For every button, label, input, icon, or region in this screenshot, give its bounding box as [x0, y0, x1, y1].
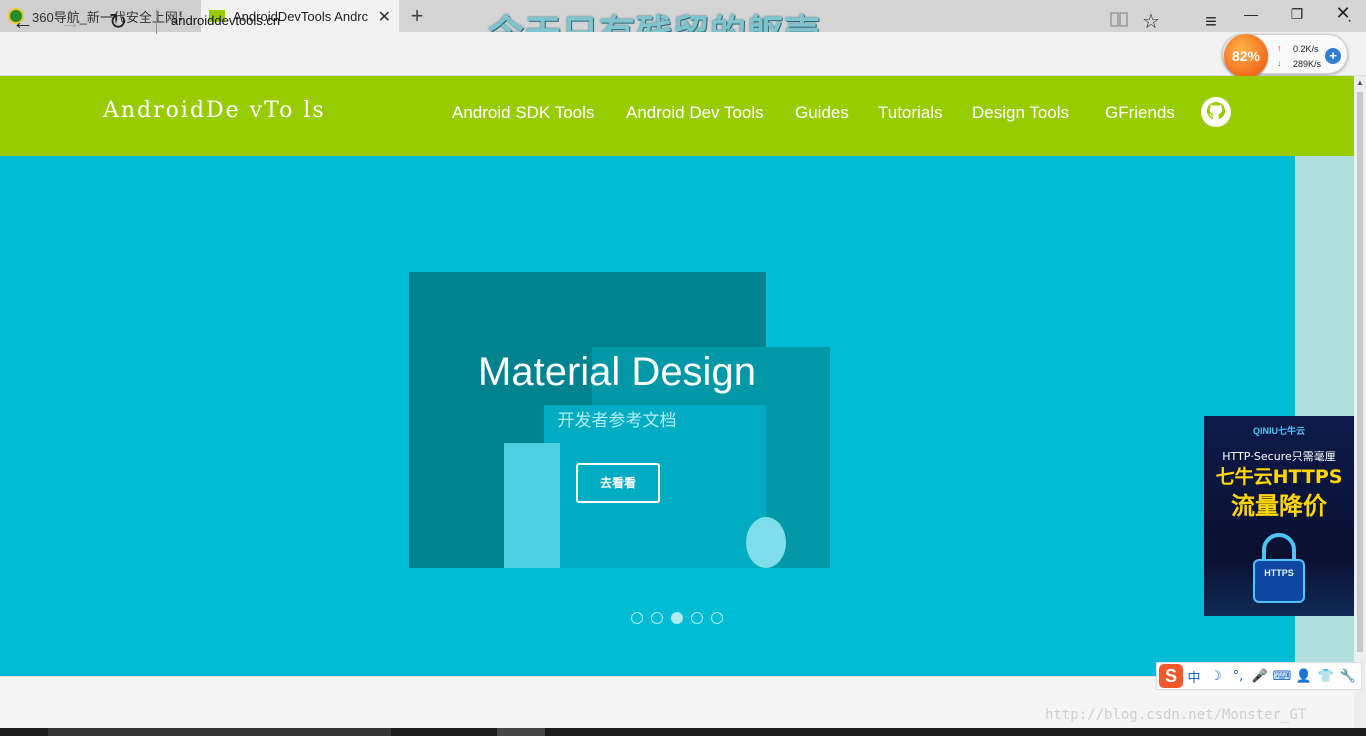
close-tab-icon[interactable]: ✕	[378, 7, 391, 27]
network-speed-widget[interactable]: 82% ↑ 0.2K/s ↓ 289K/s +	[1222, 34, 1348, 78]
view-button[interactable]: 去看看	[576, 463, 660, 503]
sogou-ime-icon[interactable]: S	[1159, 664, 1183, 688]
speed-ball[interactable]: 82%	[1224, 34, 1268, 78]
menu-android-dev-tools[interactable]: Android Dev Tools	[626, 103, 764, 123]
menu-guides[interactable]: Guides	[795, 103, 849, 123]
ime-half-width-icon[interactable]: ☽	[1205, 669, 1227, 684]
reading-view-icon[interactable]	[1106, 9, 1132, 35]
widget-plus-button[interactable]: +	[1325, 48, 1341, 64]
ad-line2: 七牛云HTTPS	[1215, 466, 1343, 488]
site-logo[interactable]: AndroidDe vTo ls	[103, 98, 326, 123]
more-icon[interactable]: ·	[1347, 12, 1352, 30]
taskbar-app[interactable]	[48, 728, 391, 736]
back-arrow-icon[interactable]: ←	[10, 9, 36, 35]
carousel-dot-active[interactable]	[671, 612, 683, 624]
download-speed: 289K/s	[1293, 59, 1322, 69]
address-bar[interactable]: androiddevtools.cn	[171, 13, 280, 28]
ime-keyboard-icon[interactable]: ⌨	[1271, 669, 1293, 684]
ad-brand: QINIU七牛云	[1252, 426, 1305, 436]
hub-menu-icon[interactable]: ≡	[1198, 9, 1224, 35]
ime-skin-icon[interactable]: 👕	[1315, 669, 1337, 684]
site-header: AndroidDe vTo ls Android SDK Tools Andro…	[0, 76, 1354, 156]
new-tab-button[interactable]: +	[405, 4, 429, 28]
menu-design-tools[interactable]: Design Tools	[972, 103, 1069, 123]
refresh-icon[interactable]: ↻	[105, 9, 131, 35]
hero-title: Material Design	[478, 350, 756, 394]
minimize-button[interactable]: —	[1241, 6, 1261, 22]
menu-gfriends[interactable]: GFriends	[1105, 103, 1175, 123]
ad-lock-text: HTTPS	[1264, 568, 1294, 578]
ime-voice-icon[interactable]: 🎤	[1249, 669, 1271, 684]
ad-line3: 流量降价	[1231, 492, 1327, 520]
maximize-button[interactable]: ❐	[1287, 6, 1307, 23]
upload-arrow-icon: ↑	[1277, 43, 1282, 53]
carousel-dot[interactable]	[631, 612, 643, 624]
download-arrow-icon: ↓	[1277, 58, 1282, 68]
carousel-dot[interactable]	[691, 612, 703, 624]
upload-speed: 0.2K/s	[1293, 44, 1319, 54]
taskbar-app[interactable]	[497, 728, 545, 736]
qiniu-ad[interactable]: QINIU七牛云 HTTP·Secure只需毫厘 七牛云HTTPS 流量降价 H…	[1204, 416, 1354, 616]
watermark: http://blog.csdn.net/Monster_GT	[1045, 707, 1307, 723]
address-divider	[156, 10, 157, 34]
ime-toolbar[interactable]: S 中 ☽ °, 🎤 ⌨ 👤 👕 🔧	[1156, 662, 1362, 690]
hero-shape-bar	[504, 443, 560, 568]
browser-toolbar	[0, 32, 1366, 76]
menu-tutorials[interactable]: Tutorials	[878, 103, 943, 123]
ime-user-icon[interactable]: 👤	[1293, 669, 1315, 684]
scroll-thumb[interactable]	[1357, 92, 1363, 652]
ime-chinese-mode[interactable]: 中	[1183, 667, 1205, 686]
hero-shape-oval	[746, 517, 786, 568]
hero-subtitle: 开发者参考文档	[557, 411, 677, 431]
lock-icon	[1253, 533, 1305, 603]
carousel-dots	[631, 612, 723, 624]
favorite-star-icon[interactable]: ☆	[1138, 9, 1164, 35]
ime-tools-icon[interactable]: 🔧	[1337, 669, 1359, 684]
scroll-up-arrow-icon[interactable]: ▲	[1356, 78, 1364, 87]
forward-arrow-icon[interactable]: →	[57, 9, 83, 35]
ime-punctuation-icon[interactable]: °,	[1227, 669, 1249, 684]
carousel-dot[interactable]	[711, 612, 723, 624]
menu-android-sdk-tools[interactable]: Android SDK Tools	[452, 103, 594, 123]
carousel-dot[interactable]	[651, 612, 663, 624]
github-icon[interactable]	[1200, 96, 1232, 128]
